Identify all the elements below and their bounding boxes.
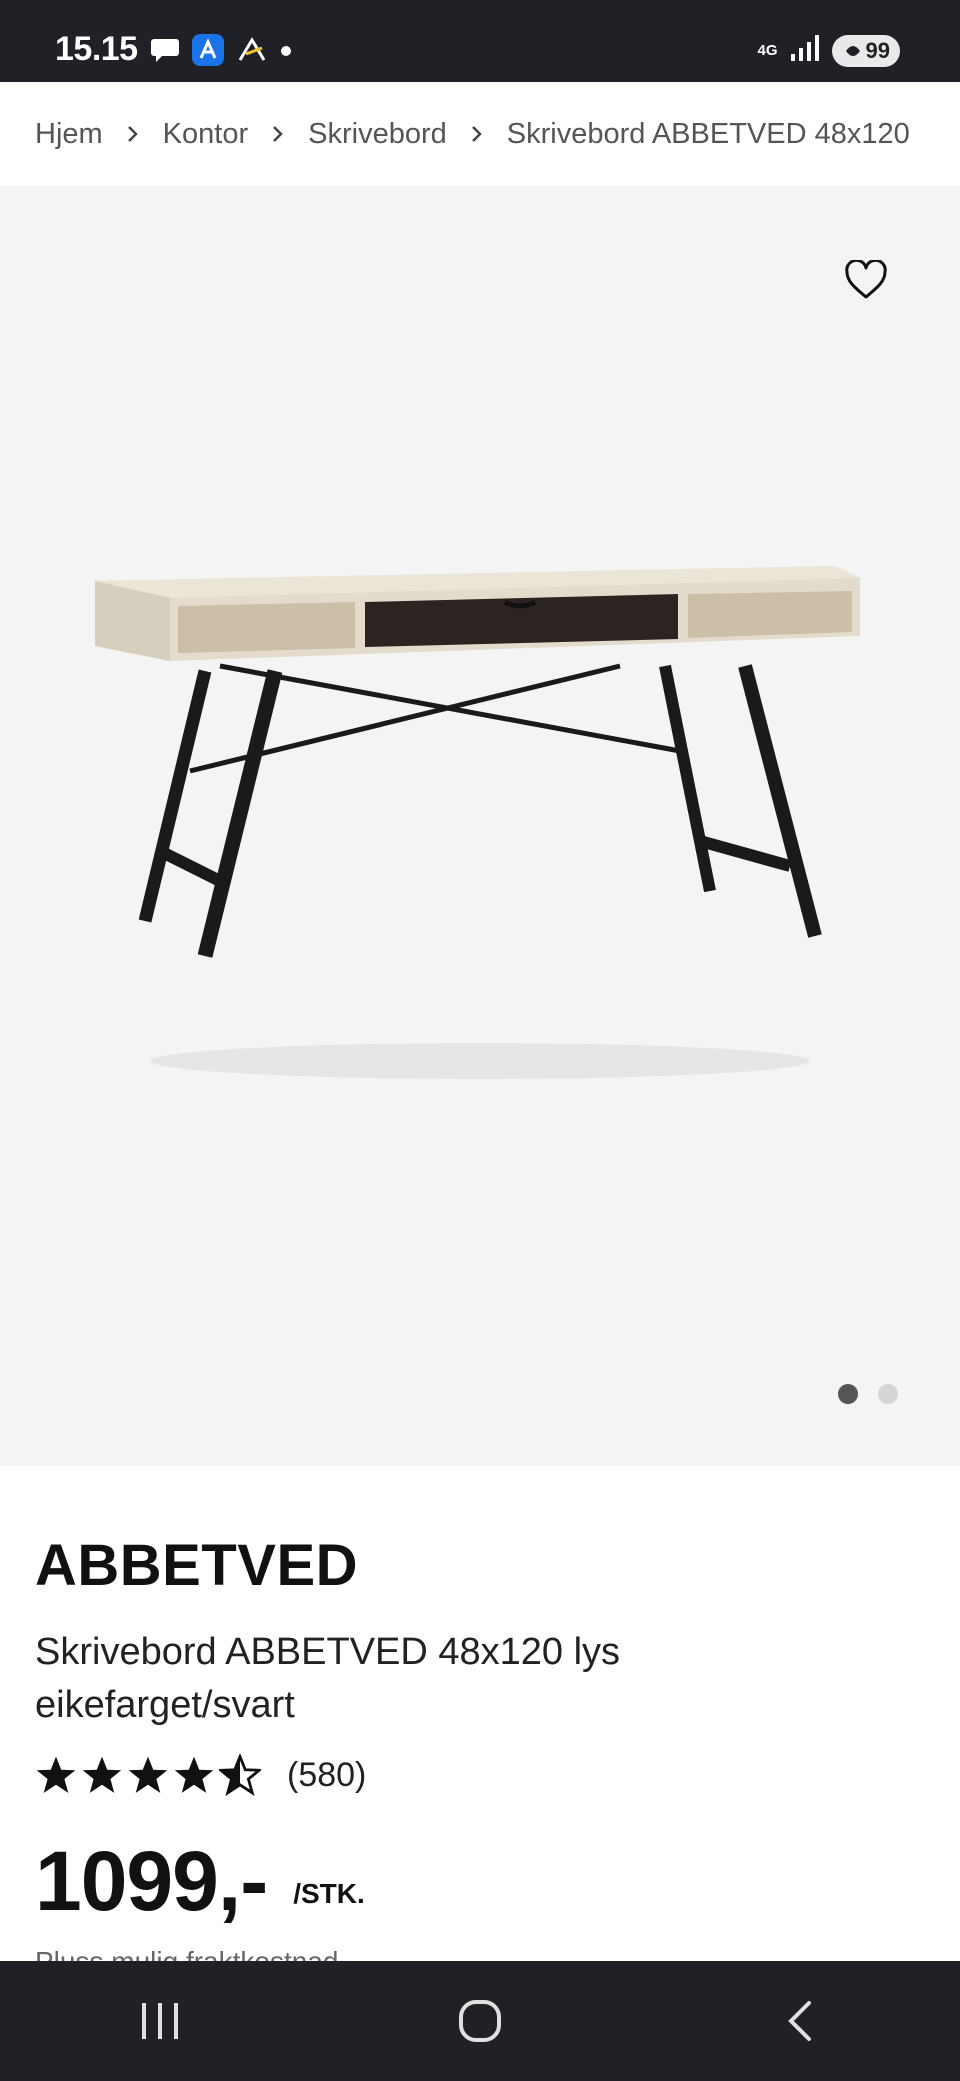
star-half-icon (219, 1754, 261, 1796)
star-full-icon (82, 1756, 122, 1793)
chevron-right-icon (103, 124, 163, 144)
status-time: 15.15 (55, 30, 138, 68)
star-full-icon (128, 1756, 168, 1793)
pagination-dot-active[interactable] (838, 1384, 858, 1404)
product-image (95, 566, 860, 1079)
app-a-icon (192, 34, 224, 71)
product-description: Skrivebord ABBETVED 48x120 lys eikefarge… (35, 1631, 621, 1726)
dot-icon (280, 44, 292, 62)
pagination-dot[interactable] (878, 1384, 898, 1404)
star-full-icon (174, 1756, 214, 1793)
star-full-icon (36, 1756, 76, 1793)
heart-icon[interactable] (842, 256, 890, 304)
breadcrumb-item-skrivebord[interactable]: Skrivebord (308, 118, 447, 151)
breadcrumb-item-current[interactable]: Skrivebord ABBETVED 48x120 (507, 118, 910, 151)
battery-icon: 99 (831, 34, 900, 67)
status-bar: 15.15 4G 99 (0, 0, 960, 82)
product-gallery[interactable] (0, 186, 960, 1466)
breadcrumb-item-kontor[interactable]: Kontor (163, 118, 248, 151)
breadcrumb-item-hjem[interactable]: Hjem (35, 118, 103, 151)
chevron-right-icon (447, 124, 507, 144)
back-icon[interactable] (760, 1981, 840, 2061)
product-price: 1099,- (35, 1834, 268, 1928)
app-a2-icon (236, 34, 268, 71)
chevron-right-icon (248, 124, 308, 144)
price-row: 1099,- /STK. (35, 1836, 365, 1926)
product-brand: ABBETVED (35, 1533, 359, 1598)
price-unit: /STK. (293, 1878, 365, 1909)
battery-level: 99 (865, 37, 890, 63)
recent-apps-icon[interactable] (120, 1981, 200, 2061)
chat-bubble-icon (150, 36, 180, 69)
gallery-pagination (838, 1384, 898, 1404)
home-icon[interactable] (440, 1981, 520, 2061)
network-label: 4G (757, 42, 778, 59)
signal-icon (790, 34, 820, 67)
system-nav-bar (0, 1961, 960, 2081)
breadcrumb: Hjem Kontor Skrivebord Skrivebord ABBETV… (0, 82, 960, 186)
product-rating[interactable]: (580) (35, 1754, 366, 1796)
rating-count[interactable]: (580) (287, 1756, 366, 1795)
